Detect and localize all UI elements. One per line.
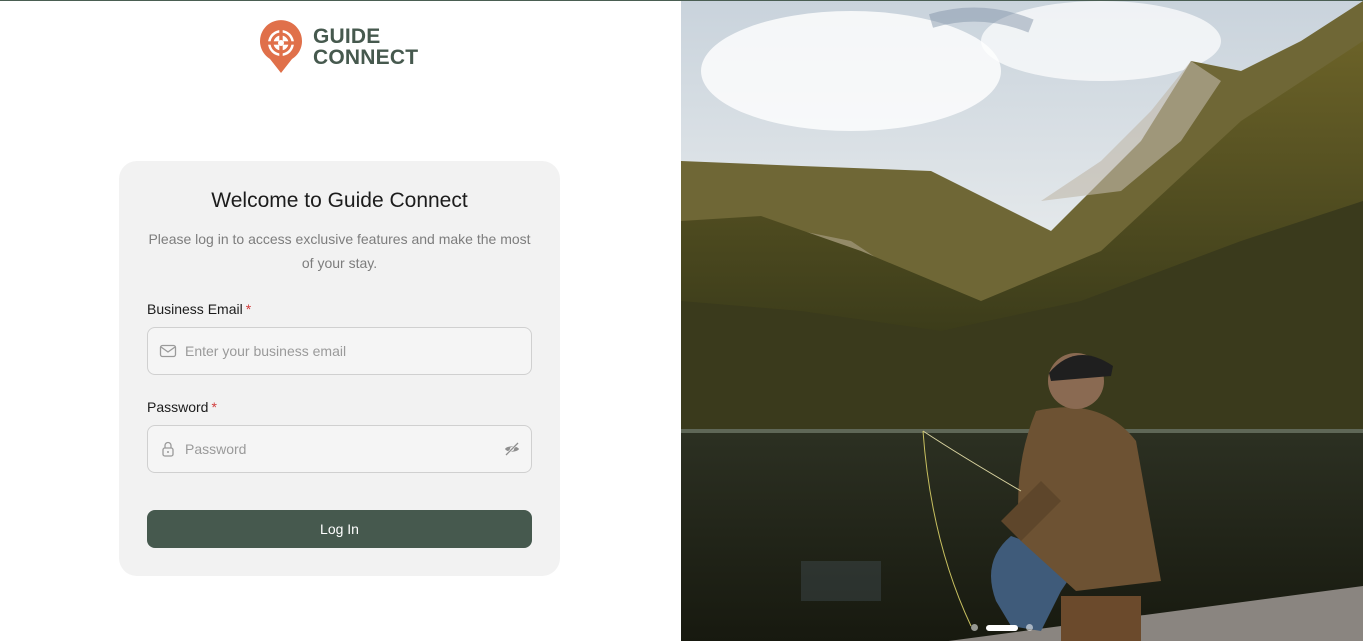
login-panel: GUIDE CONNECT Welcome to Guide Connect P…: [0, 1, 681, 641]
hero-image-panel: [681, 1, 1363, 641]
lock-icon: [159, 440, 177, 458]
brand-line-1: GUIDE: [313, 25, 381, 48]
email-label-text: Business Email: [147, 301, 243, 317]
brand-line-2: CONNECT: [313, 46, 419, 69]
carousel-dot-active[interactable]: [986, 624, 1018, 631]
login-title: Welcome to Guide Connect: [211, 189, 468, 212]
lake-fishing-photo: [681, 1, 1363, 641]
login-subtitle: Please log in to access exclusive featur…: [148, 231, 531, 271]
brand-logo: GUIDE CONNECT: [257, 19, 418, 75]
required-mark: *: [211, 399, 217, 415]
password-label-text: Password: [147, 399, 209, 415]
eye-off-icon[interactable]: [503, 440, 521, 458]
brand-wordmark: GUIDE CONNECT: [313, 26, 418, 68]
email-label: Business Email *: [147, 301, 251, 317]
carousel-dot[interactable]: [1026, 624, 1033, 631]
password-field[interactable]: [185, 426, 503, 472]
email-field[interactable]: [185, 328, 531, 374]
login-button[interactable]: Log In: [147, 510, 532, 548]
password-field-wrapper[interactable]: [147, 425, 532, 473]
email-field-wrapper[interactable]: [147, 327, 532, 375]
carousel-dot[interactable]: [971, 624, 978, 631]
login-card: Welcome to Guide Connect Please log in t…: [119, 161, 560, 576]
carousel-indicators: [971, 624, 1033, 631]
login-page: GUIDE CONNECT Welcome to Guide Connect P…: [0, 0, 1363, 641]
mail-icon: [159, 342, 177, 360]
password-label: Password *: [147, 399, 217, 415]
required-mark: *: [245, 301, 252, 317]
crosshair-pin-icon: [260, 20, 302, 73]
